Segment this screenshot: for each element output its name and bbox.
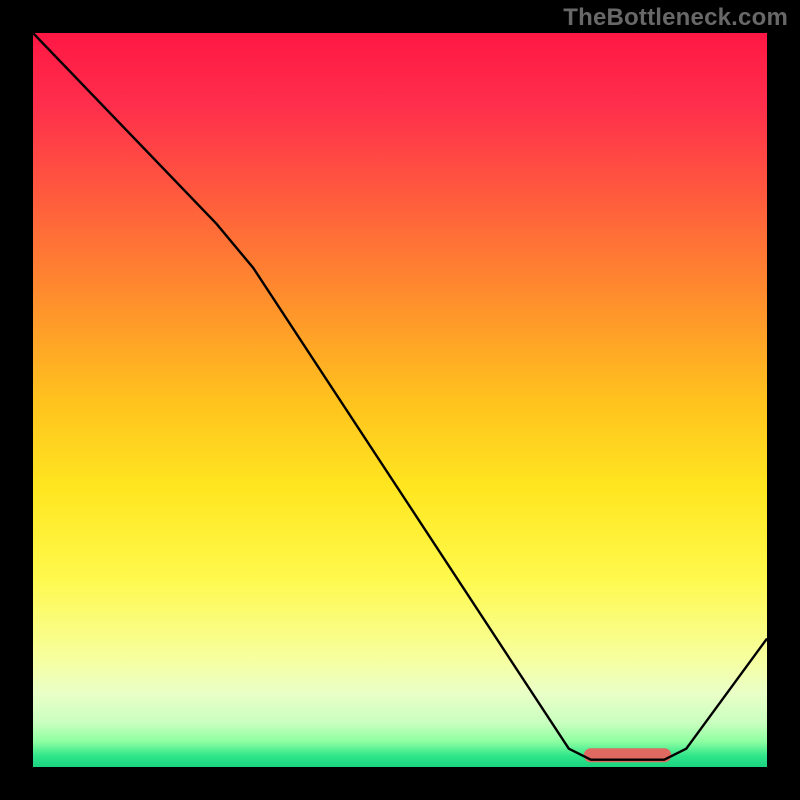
chart-stage: TheBottleneck.com xyxy=(0,0,800,800)
plot-background xyxy=(33,33,767,767)
bottleneck-chart xyxy=(0,0,800,800)
watermark-text: TheBottleneck.com xyxy=(563,4,788,32)
